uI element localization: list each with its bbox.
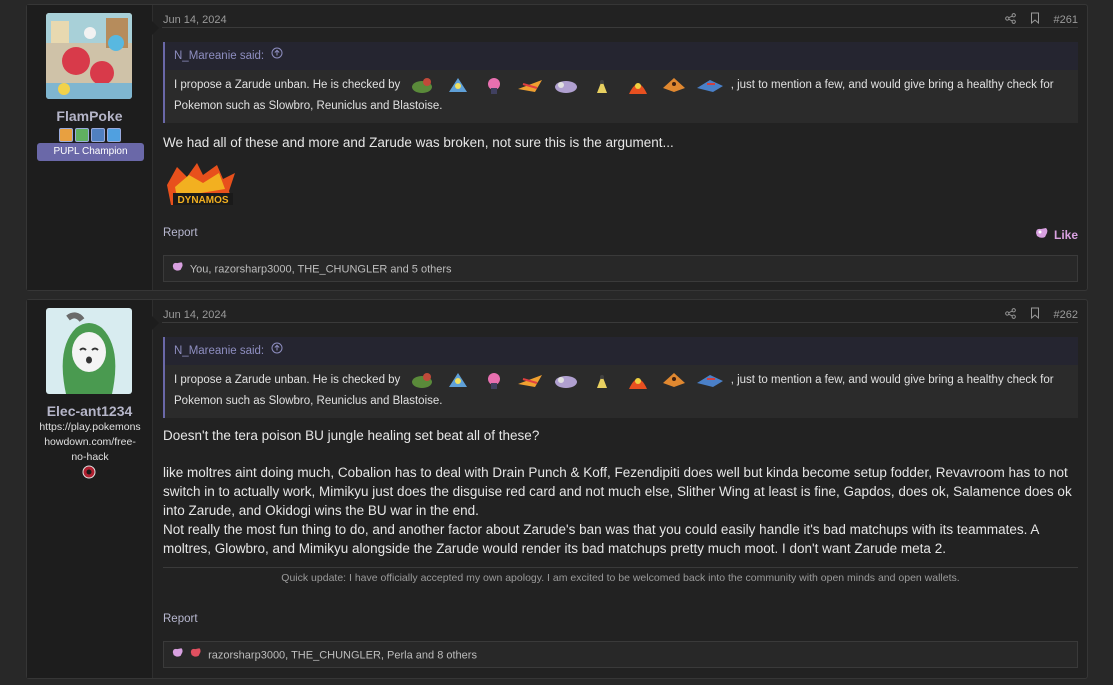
- sprite-icon: [551, 74, 581, 96]
- reactions-list[interactable]: razorsharp3000, THE_CHUNGLER, Perla and …: [208, 649, 477, 661]
- avatar[interactable]: [46, 308, 132, 394]
- sprite-icon: [407, 369, 437, 391]
- sprite-icon: [587, 369, 617, 391]
- username[interactable]: Elec-ant1234: [27, 403, 152, 419]
- quote-author[interactable]: N_Mareanie said:: [174, 345, 264, 357]
- dynamos-logo: DYNAMOS: [163, 161, 237, 209]
- post-body: Doesn't the tera poison BU jungle healin…: [163, 426, 1078, 558]
- user-link-line[interactable]: no-hack: [35, 450, 145, 465]
- sprite-icon: [551, 369, 581, 391]
- share-icon[interactable]: [1004, 12, 1016, 27]
- sprite-icon: [659, 74, 689, 96]
- post-paragraph: Not really the most fun thing to do, and…: [163, 522, 1039, 556]
- quote-text-line2: Pokemon such as Slowbro, Reuniclus and B…: [174, 100, 443, 113]
- sprite-icon: [695, 74, 725, 96]
- arrow-up-circle-icon[interactable]: [271, 42, 283, 70]
- sprite-icon: [479, 74, 509, 96]
- post-meta: Jun 14, 2024 #262: [162, 300, 1078, 323]
- quote-text: I propose a Zarude unban. He is checked …: [174, 79, 401, 92]
- user-title-badge: PUPL Champion: [37, 143, 144, 161]
- sprite-icon: [623, 74, 653, 96]
- quote-text-continued: , just to mention a few, and would give …: [730, 79, 1054, 92]
- quote-text-continued: , just to mention a few, and would give …: [730, 374, 1054, 387]
- post-paragraph: Doesn't the tera poison BU jungle healin…: [163, 428, 540, 443]
- quote-text: I propose a Zarude unban. He is checked …: [174, 374, 401, 387]
- user-flair-icons: [27, 126, 152, 144]
- reactions-list[interactable]: You, razorsharp3000, THE_CHUNGLER and 5 …: [190, 263, 452, 275]
- reactions-bar[interactable]: You, razorsharp3000, THE_CHUNGLER and 5 …: [163, 255, 1078, 282]
- post-meta: Jun 14, 2024 #261: [162, 5, 1078, 28]
- like-label: Like: [1053, 227, 1078, 242]
- like-icon: [172, 642, 184, 669]
- post-number[interactable]: #262: [1054, 309, 1078, 321]
- arrow-up-circle-icon[interactable]: [271, 337, 283, 365]
- report-link[interactable]: Report: [163, 227, 198, 239]
- reactions-bar[interactable]: razorsharp3000, THE_CHUNGLER, Perla and …: [163, 641, 1078, 668]
- user-link[interactable]: https://play.pokemons howdown.com/free- …: [35, 420, 145, 465]
- post-paragraph: like moltres aint doing much, Cobalion h…: [163, 465, 1072, 518]
- bookmark-icon[interactable]: [1030, 307, 1040, 322]
- sprite-icon: [443, 74, 473, 96]
- sprite-icon: [695, 369, 725, 391]
- logo-text: DYNAMOS: [177, 195, 228, 206]
- post-number[interactable]: #261: [1054, 14, 1078, 26]
- quote-block: N_Mareanie said: I propose a Zarude unba…: [163, 337, 1078, 419]
- sprite-icon: [443, 369, 473, 391]
- post-body: We had all of these and more and Zarude …: [163, 135, 674, 150]
- quote-author[interactable]: N_Mareanie said:: [174, 50, 264, 62]
- sprite-icon: [515, 74, 545, 96]
- love-icon: [190, 642, 202, 669]
- username[interactable]: FlamPoke: [27, 108, 152, 124]
- post-262: Elec-ant1234 https://play.pokemons howdo…: [26, 299, 1088, 679]
- bookmark-icon[interactable]: [1030, 12, 1040, 27]
- user-badge-icon: [82, 465, 96, 479]
- sprite-icon: [623, 369, 653, 391]
- quote-block: N_Mareanie said: I propose a Zarude unba…: [163, 42, 1078, 124]
- post-261: FlamPoke PUPL Champion Jun 14, 2024 #261…: [26, 4, 1088, 291]
- report-link[interactable]: Report: [163, 613, 198, 625]
- user-link-line[interactable]: howdown.com/free-: [35, 435, 145, 450]
- user-column: Elec-ant1234 https://play.pokemons howdo…: [27, 300, 159, 678]
- sprite-icon: [479, 369, 509, 391]
- user-link-line[interactable]: https://play.pokemons: [35, 420, 145, 435]
- like-icon: [1035, 227, 1049, 242]
- sprite-icon: [587, 74, 617, 96]
- post-date[interactable]: Jun 14, 2024: [163, 14, 227, 26]
- like-icon: [172, 256, 184, 283]
- signature: Quick update: I have officially accepted…: [163, 567, 1078, 584]
- sprite-icon: [659, 369, 689, 391]
- like-button[interactable]: Like: [1035, 227, 1078, 242]
- share-icon[interactable]: [1004, 307, 1016, 322]
- user-column: FlamPoke PUPL Champion: [27, 5, 159, 290]
- pokemon-sprites: [404, 78, 731, 94]
- sprite-icon: [515, 369, 545, 391]
- pokemon-sprites: [404, 373, 731, 389]
- post-date[interactable]: Jun 14, 2024: [163, 309, 227, 321]
- sprite-icon: [407, 74, 437, 96]
- quote-text-line2: Pokemon such as Slowbro, Reuniclus and B…: [174, 395, 443, 408]
- avatar[interactable]: [46, 13, 132, 99]
